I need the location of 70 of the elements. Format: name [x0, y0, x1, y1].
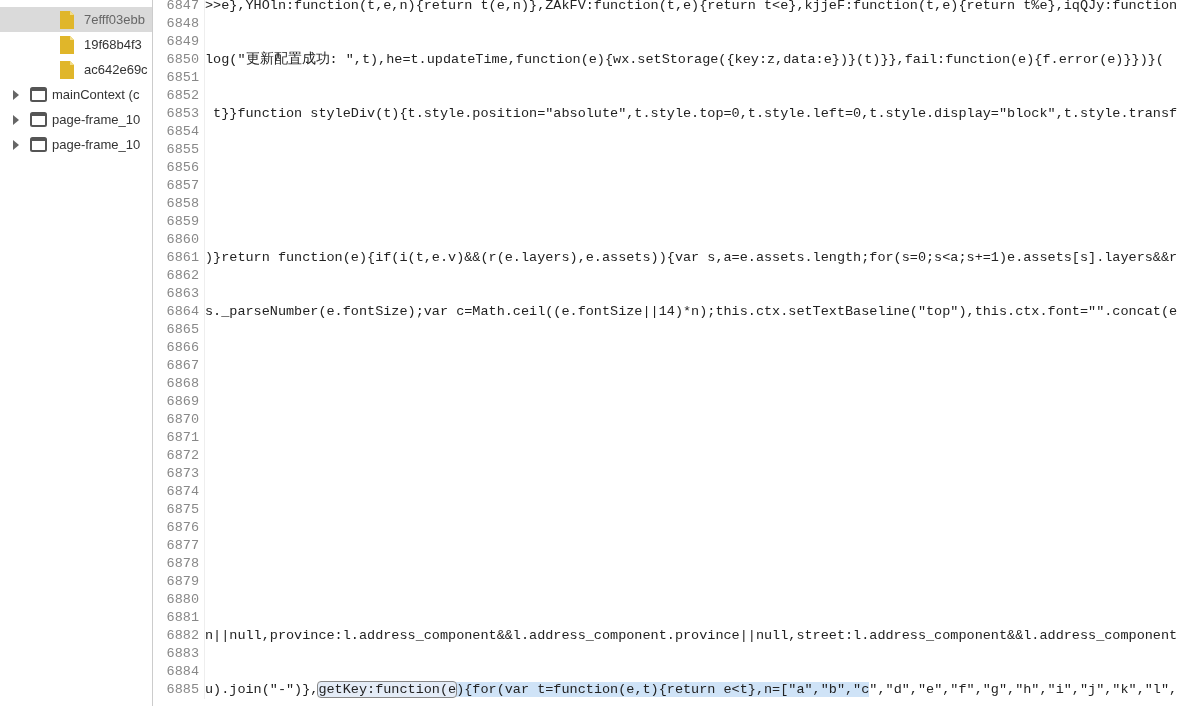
- line-number: 6875: [153, 501, 205, 519]
- line-number: 6876: [153, 519, 205, 537]
- line-number: 6872: [153, 447, 205, 465]
- line-number: 6848: [153, 15, 205, 33]
- tree-item-label: 7efff03ebb: [84, 12, 145, 27]
- tree-item[interactable]: page-frame_10: [0, 132, 152, 157]
- line-number: 6866: [153, 339, 205, 357]
- line-number: 6861: [153, 249, 205, 267]
- line-number: 6877: [153, 537, 205, 555]
- line-number: 6849: [153, 33, 205, 51]
- line-number: 6870: [153, 411, 205, 429]
- line-number: 6853: [153, 105, 205, 123]
- code-text: u).join("-")},: [205, 682, 319, 697]
- line-number: 6884: [153, 663, 205, 681]
- line-number: 6869: [153, 393, 205, 411]
- frame-icon: [30, 137, 47, 152]
- expand-arrow-icon[interactable]: [12, 89, 20, 100]
- tree-item-label: page-frame_10: [52, 137, 141, 152]
- line-number: 6874: [153, 483, 205, 501]
- code-text: log("更新配置成功: ",t),he=t.updateTime,function(e){wx.setStorage({key:z,data:e})}(t)}},fail:function(e){f.error(e)}})}(: [205, 52, 1164, 67]
- expand-arrow-icon[interactable]: [12, 139, 20, 150]
- file-icon: [60, 35, 74, 54]
- line-number: 6865: [153, 321, 205, 339]
- line-number: 6855: [153, 141, 205, 159]
- tree-item-label: mainContext (c: [52, 87, 140, 102]
- line-number: 6881: [153, 609, 205, 627]
- line-number: 6867: [153, 357, 205, 375]
- selected-code: ){for(var t=function(e,t){return e<t},n=["a","b","c: [456, 682, 870, 697]
- line-number: 6880: [153, 591, 205, 609]
- line-number: 6868: [153, 375, 205, 393]
- tree-item[interactable]: page-frame_10: [0, 107, 152, 132]
- line-number: 6883: [153, 645, 205, 663]
- line-number: 6873: [153, 465, 205, 483]
- line-number: 6858: [153, 195, 205, 213]
- line-number: 6859: [153, 213, 205, 231]
- tree-item-label: 19f68b4f3: [84, 37, 142, 52]
- line-number: 6854: [153, 123, 205, 141]
- file-icon: [60, 60, 74, 79]
- tree-item[interactable]: 7efff03ebb: [0, 7, 152, 32]
- expand-arrow-icon[interactable]: [12, 114, 20, 125]
- line-number: 6864: [153, 303, 205, 321]
- tree-item[interactable]: ac642e69c: [0, 57, 152, 82]
- line-number: 6879: [153, 573, 205, 591]
- code-text: )}return function(e){if(i(t,e.v)&&(r(e.layers),e.assets)){var s,a=e.assets.length;for(s=0;s<a;s+=1)e.assets[s].layers&&r: [205, 250, 1178, 265]
- line-number: 6871: [153, 429, 205, 447]
- line-number: 6850: [153, 51, 205, 69]
- tree-item[interactable]: mainContext (c: [0, 82, 152, 107]
- line-number: 6847: [153, 0, 205, 15]
- code-text: >>e},YHOln:function(t,e,n){return t(e,n)},ZAkFV:function(t,e){return t<e},kjjeF:function(t,e){return t%e},iqQJy:function: [205, 0, 1178, 13]
- line-number: 6860: [153, 231, 205, 249]
- tree-item[interactable]: 19f68b4f3: [0, 32, 152, 57]
- line-number: 6863: [153, 285, 205, 303]
- line-number: 6852: [153, 87, 205, 105]
- line-number: 6885: [153, 681, 205, 699]
- line-number: 6851: [153, 69, 205, 87]
- line-number: 6882: [153, 627, 205, 645]
- tree-item-label: page-frame_10: [52, 112, 141, 127]
- frame-icon: [30, 112, 47, 127]
- search-match: getKey:function(e: [318, 682, 457, 697]
- code-text: s._parseNumber(e.fontSize);var c=Math.ceil((e.fontSize||14)*n);this.ctx.setTextBaseline("top"),this.ctx.font="".concat(e: [205, 304, 1178, 319]
- frame-icon: [30, 87, 47, 102]
- tree-item-label: ac642e69c: [84, 62, 148, 77]
- file-icon: [60, 10, 74, 29]
- code-text: n||null,province:l.address_component&&l.address_component.province||null,street:l.address_component&&l.address_component: [205, 628, 1178, 643]
- code-text: t}}function styleDiv(t){t.style.position="absolute",t.style.top=0,t.style.left=0,t.style.display="block",t.style.transf: [212, 106, 1178, 121]
- code-text: ","d","e","f","g","h","i","j","k","l",: [869, 682, 1178, 697]
- line-number: 6856: [153, 159, 205, 177]
- line-number: 6878: [153, 555, 205, 573]
- line-number: 6862: [153, 267, 205, 285]
- line-number: 6857: [153, 177, 205, 195]
